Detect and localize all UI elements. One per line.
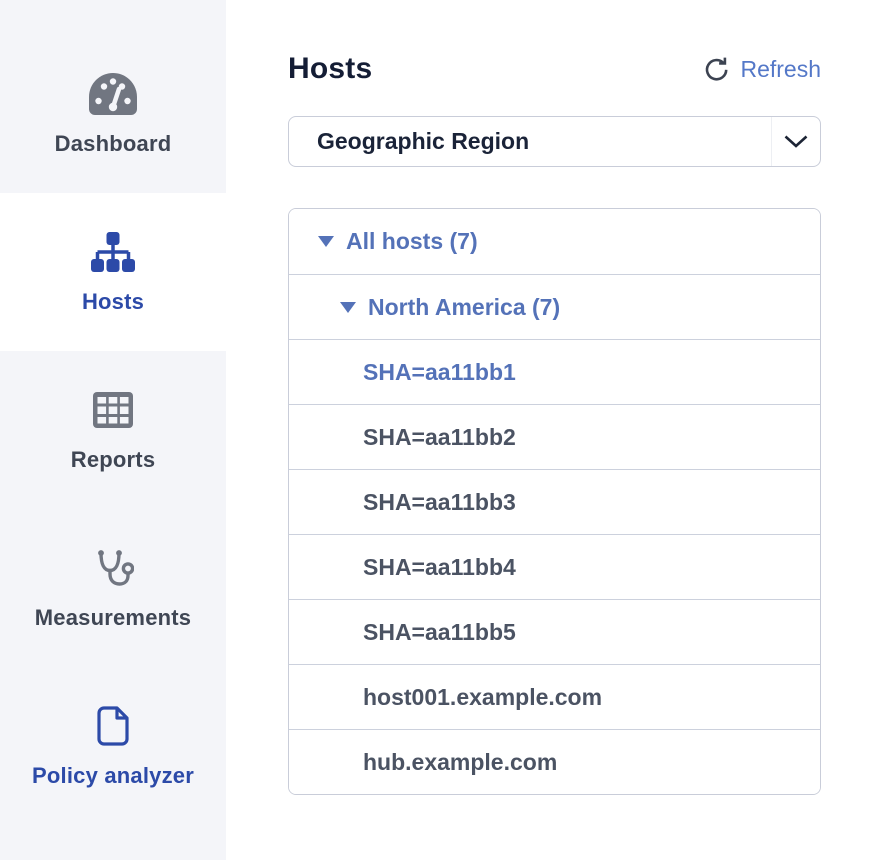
sidebar-item-measurements[interactable]: Measurements: [0, 509, 226, 667]
sidebar-item-label: Hosts: [82, 289, 144, 315]
app-sidebar: Dashboard Hosts: [0, 0, 226, 860]
file-icon: [96, 704, 130, 748]
tree-node-host[interactable]: SHA=aa11bb3: [289, 469, 820, 534]
tree-node-label: SHA=aa11bb4: [363, 554, 516, 581]
app-window: Dashboard Hosts: [0, 0, 878, 860]
sidebar-item-hosts[interactable]: Hosts: [0, 193, 226, 351]
tree-node-label: host001.example.com: [363, 684, 602, 711]
sidebar-item-label: Measurements: [35, 605, 191, 631]
tree-node-label: SHA=aa11bb1: [363, 359, 516, 386]
sitemap-icon: [91, 230, 135, 274]
sidebar-item-policy-analyzer[interactable]: Policy analyzer: [0, 667, 226, 825]
stethoscope-icon: [92, 546, 134, 590]
tree-node-host[interactable]: host001.example.com: [289, 664, 820, 729]
tree-node-label: SHA=aa11bb3: [363, 489, 516, 516]
tree-node-label: All hosts (7): [346, 228, 478, 255]
grouping-select[interactable]: Geographic Region: [288, 116, 821, 167]
grouping-select-value: Geographic Region: [289, 128, 529, 155]
sidebar-item-label: Reports: [71, 447, 156, 473]
main-content: Hosts Refresh Geographic Region: [226, 0, 878, 860]
tree-node-host[interactable]: SHA=aa11bb1: [289, 339, 820, 404]
tree-node-host[interactable]: SHA=aa11bb5: [289, 599, 820, 664]
page-title: Hosts: [288, 52, 372, 86]
gauge-icon: [89, 72, 137, 116]
tree-node-label: hub.example.com: [363, 749, 557, 776]
table-icon: [93, 388, 133, 432]
tree-node-host[interactable]: SHA=aa11bb4: [289, 534, 820, 599]
host-tree: All hosts (7) North America (7) SHA=aa11…: [288, 208, 821, 795]
caret-down-icon[interactable]: [318, 236, 334, 247]
caret-down-icon[interactable]: [340, 302, 356, 313]
page-header: Hosts Refresh: [288, 52, 821, 86]
chevron-down-icon: [784, 135, 808, 148]
refresh-button[interactable]: Refresh: [703, 56, 821, 83]
tree-node-host[interactable]: hub.example.com: [289, 729, 820, 794]
tree-node-all-hosts[interactable]: All hosts (7): [289, 209, 820, 274]
sidebar-item-dashboard[interactable]: Dashboard: [0, 35, 226, 193]
tree-node-north-america[interactable]: North America (7): [289, 274, 820, 339]
tree-node-label: SHA=aa11bb2: [363, 424, 516, 451]
tree-node-label: SHA=aa11bb5: [363, 619, 516, 646]
sidebar-item-reports[interactable]: Reports: [0, 351, 226, 509]
grouping-select-toggle[interactable]: [771, 117, 820, 166]
refresh-label: Refresh: [740, 56, 821, 83]
tree-node-label: North America (7): [368, 294, 560, 321]
refresh-icon: [703, 56, 730, 83]
tree-node-host[interactable]: SHA=aa11bb2: [289, 404, 820, 469]
sidebar-item-label: Dashboard: [55, 131, 172, 157]
sidebar-item-label: Policy analyzer: [32, 763, 194, 789]
